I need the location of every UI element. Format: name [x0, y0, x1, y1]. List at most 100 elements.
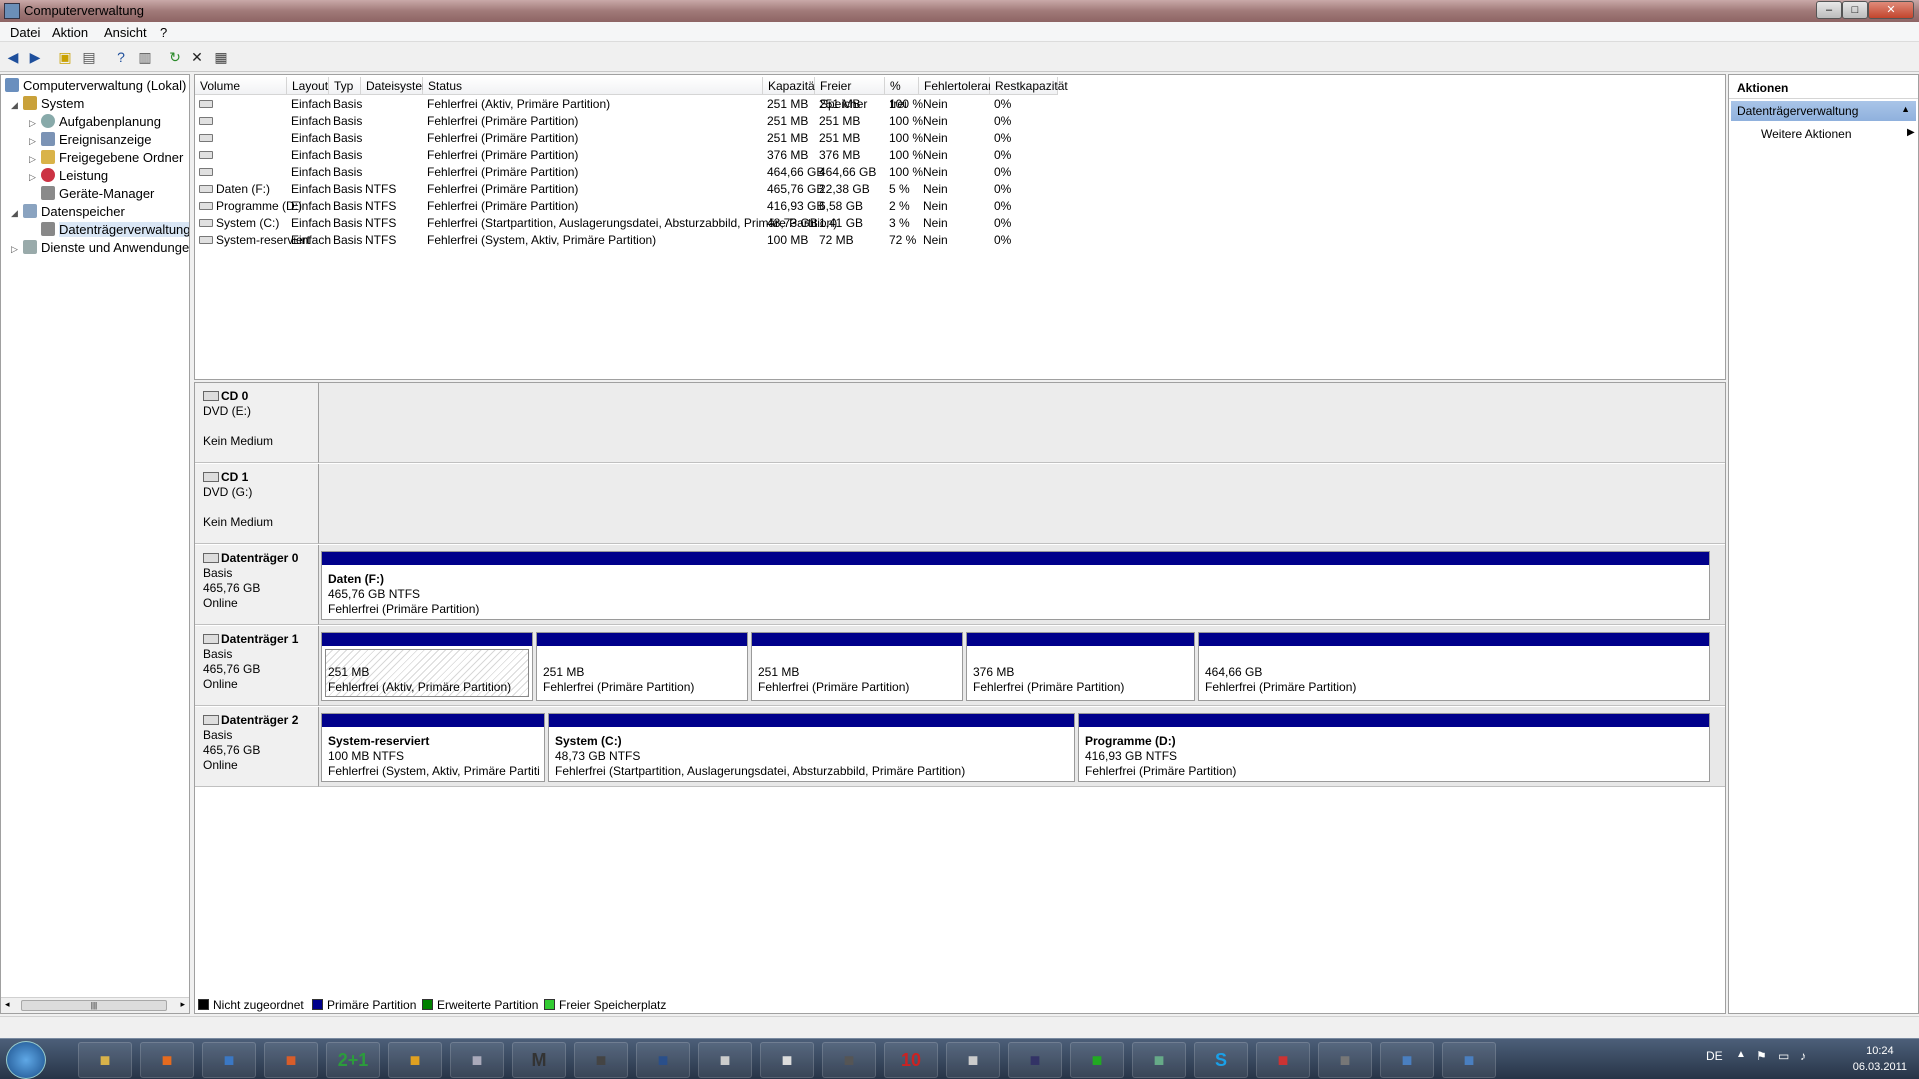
table-cell[interactable]: Nein	[923, 215, 948, 232]
volume-name-cell[interactable]	[199, 96, 216, 113]
table-cell[interactable]: 0%	[994, 181, 1011, 198]
table-cell[interactable]: 2 %	[889, 198, 910, 215]
table-cell[interactable]: Basis	[333, 164, 362, 181]
table-cell[interactable]: Fehlerfrei (Primäre Partition)	[427, 147, 578, 164]
archive-icon[interactable]: ■	[1318, 1042, 1372, 1078]
table-cell[interactable]: Fehlerfrei (Aktiv, Primäre Partition)	[427, 96, 610, 113]
weitere-aktionen-link[interactable]: Weitere Aktionen ▶	[1761, 127, 1915, 141]
table-cell[interactable]: Basis	[333, 147, 362, 164]
partition[interactable]: System-reserviert 100 MB NTFS Fehlerfrei (…	[321, 713, 545, 782]
partition[interactable]: Daten (F:) 465,76 GB NTFS Fehlerfrei (Prim…	[321, 551, 1710, 620]
network-tray-icon[interactable]: ▭	[1778, 1049, 1789, 1063]
expand-arrow-icon[interactable]: ▷	[29, 132, 41, 150]
table-cell[interactable]: Fehlerfrei (System, Aktiv, Primäre Parti…	[427, 232, 656, 249]
table-cell[interactable]: 376 MB	[767, 147, 808, 164]
partition[interactable]: 376 MB Fehlerfrei (Primäre Partition)	[966, 632, 1195, 701]
tree-item-geraete-manager[interactable]: Geräte-Manager	[29, 185, 154, 203]
m-icon[interactable]: M	[512, 1042, 566, 1078]
table-cell[interactable]: Einfach	[291, 130, 331, 147]
computer-icon[interactable]: ■	[1380, 1042, 1434, 1078]
2p1-icon[interactable]: 2+1	[326, 1042, 380, 1078]
media-player-icon[interactable]: ■	[264, 1042, 318, 1078]
table-cell[interactable]: 100 %	[889, 147, 923, 164]
partition[interactable]: 251 MB Fehlerfrei (Primäre Partition)	[536, 632, 748, 701]
properties-icon[interactable]: ▦	[212, 48, 230, 66]
table-cell[interactable]: Nein	[923, 130, 948, 147]
table-cell[interactable]: Einfach	[291, 147, 331, 164]
table-cell[interactable]: Basis	[333, 215, 362, 232]
table-cell[interactable]: Fehlerfrei (Primäre Partition)	[427, 181, 578, 198]
table-cell[interactable]: NTFS	[365, 232, 396, 249]
column-header[interactable]: Dateisystem	[361, 77, 432, 95]
table-cell[interactable]: Einfach	[291, 215, 331, 232]
table-cell[interactable]: Nein	[923, 147, 948, 164]
forward-icon[interactable]: ▶	[26, 48, 44, 66]
skype-icon[interactable]: S	[1194, 1042, 1248, 1078]
table-cell[interactable]: 251 MB	[767, 113, 808, 130]
table-cell[interactable]: 464,66 GB	[819, 164, 876, 181]
table-cell[interactable]: 0%	[994, 96, 1011, 113]
table-cell[interactable]: Nein	[923, 113, 948, 130]
table-cell[interactable]: 251 MB	[819, 130, 860, 147]
actions-section-datentraegerverwaltung[interactable]: Datenträgerverwaltung ▲	[1731, 101, 1916, 121]
tree-item-ereignisanzeige[interactable]: ▷ Ereignisanzeige	[29, 131, 152, 149]
tree-item-system[interactable]: ◢ System	[11, 95, 84, 113]
table-cell[interactable]: Fehlerfrei (Primäre Partition)	[427, 164, 578, 181]
volume-name-cell[interactable]: Programme (D:)	[199, 198, 302, 215]
expand-arrow-icon[interactable]: ▷	[29, 168, 41, 186]
table-cell[interactable]: Basis	[333, 181, 362, 198]
info-icon[interactable]: ■	[388, 1042, 442, 1078]
table-cell[interactable]: 100 %	[889, 96, 923, 113]
table-cell[interactable]: 48,73 GB	[767, 215, 818, 232]
table-cell[interactable]: 0%	[994, 232, 1011, 249]
language-indicator[interactable]: DE	[1706, 1049, 1723, 1063]
table-cell[interactable]: Nein	[923, 198, 948, 215]
notepad-icon[interactable]: ■	[760, 1042, 814, 1078]
scroll-left-icon[interactable]: ◂	[5, 999, 10, 1010]
table-cell[interactable]: Basis	[333, 232, 362, 249]
play-icon[interactable]: ■	[1070, 1042, 1124, 1078]
table-cell[interactable]: 100 %	[889, 164, 923, 181]
partition[interactable]: 251 MB Fehlerfrei (Aktiv, Primäre Partiti…	[321, 632, 533, 701]
table-cell[interactable]: 0%	[994, 164, 1011, 181]
table-cell[interactable]: 0%	[994, 130, 1011, 147]
disk-label-1[interactable]: CD 1 DVD (G:) Kein Medium	[195, 464, 319, 544]
table-cell[interactable]: 3 %	[889, 215, 910, 232]
table-cell[interactable]: Basis	[333, 198, 362, 215]
table-cell[interactable]: 376 MB	[819, 147, 860, 164]
toolbox-icon[interactable]: ■	[1256, 1042, 1310, 1078]
partition[interactable]: Programme (D:) 416,93 GB NTFS Fehlerfrei (…	[1078, 713, 1710, 782]
partition[interactable]: 251 MB Fehlerfrei (Primäre Partition)	[751, 632, 963, 701]
volume-name-cell[interactable]	[199, 147, 216, 164]
column-header[interactable]: Kapazität	[763, 77, 818, 95]
disk-label-4[interactable]: Datenträger 2 Basis 465,76 GB Online	[195, 707, 319, 787]
volume-name-cell[interactable]: Daten (F:)	[199, 181, 270, 198]
delete-icon[interactable]: ✕	[188, 48, 206, 66]
table-cell[interactable]: 251 MB	[819, 96, 860, 113]
table-cell[interactable]: Fehlerfrei (Primäre Partition)	[427, 198, 578, 215]
expand-arrow-icon[interactable]: ▷	[11, 240, 23, 258]
column-header[interactable]: Volume	[195, 77, 287, 95]
start-button[interactable]	[6, 1041, 46, 1079]
rating-icon[interactable]: ■	[450, 1042, 504, 1078]
table-cell[interactable]: Fehlerfrei (Primäre Partition)	[427, 130, 578, 147]
menu-aktion[interactable]: Aktion	[52, 25, 88, 40]
table-cell[interactable]: Fehlerfrei (Primäre Partition)	[427, 113, 578, 130]
thunderbird-icon[interactable]: ■	[202, 1042, 256, 1078]
menu-ansicht[interactable]: Ansicht	[104, 25, 147, 40]
table-cell[interactable]: 100 MB	[767, 232, 808, 249]
menu-help[interactable]: ?	[160, 25, 167, 40]
table-cell[interactable]: 0%	[994, 113, 1011, 130]
expand-arrow-icon[interactable]: ▷	[29, 114, 41, 132]
table-cell[interactable]: Basis	[333, 130, 362, 147]
table-cell[interactable]: Einfach	[291, 198, 331, 215]
explorer-icon[interactable]: ■	[78, 1042, 132, 1078]
help-icon[interactable]: ?	[112, 48, 130, 66]
table-cell[interactable]: NTFS	[365, 181, 396, 198]
table-cell[interactable]: Einfach	[291, 232, 331, 249]
partition[interactable]: 464,66 GB Fehlerfrei (Primäre Partition)	[1198, 632, 1710, 701]
scrollbar-thumb[interactable]: |||	[21, 1000, 167, 1011]
tree-item-computer[interactable]: Computerverwaltung (Lokal)	[5, 77, 186, 95]
collapse-arrow-icon[interactable]: ◢	[11, 204, 23, 222]
minimize-button[interactable]: –	[1816, 1, 1842, 19]
